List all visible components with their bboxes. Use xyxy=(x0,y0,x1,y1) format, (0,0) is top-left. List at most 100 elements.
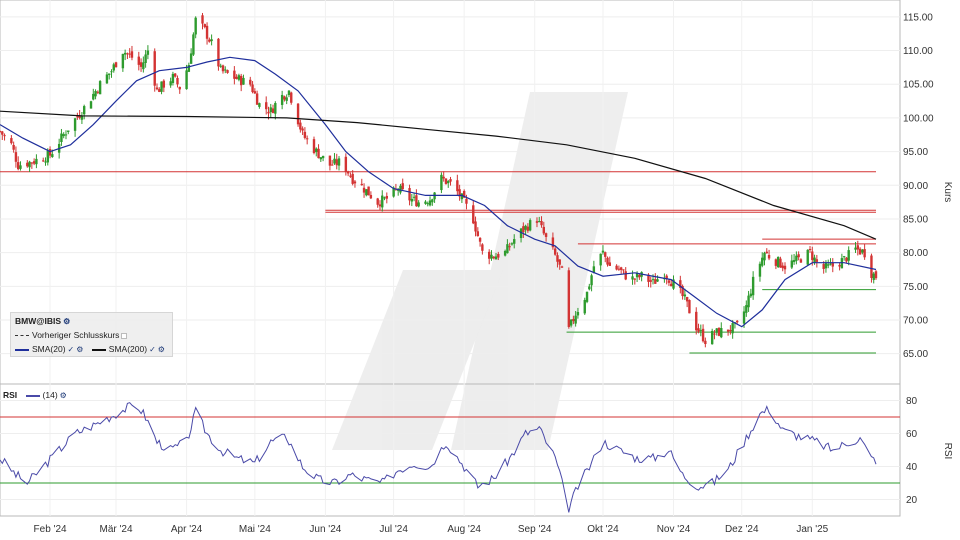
candle-body xyxy=(858,248,862,255)
candle-body xyxy=(808,248,812,250)
candle-body xyxy=(110,71,113,73)
candle-body xyxy=(715,328,718,333)
sma-line xyxy=(0,110,877,240)
candle-body xyxy=(720,328,723,338)
candle-body xyxy=(14,152,18,162)
candle-body xyxy=(813,257,816,263)
candle-body xyxy=(440,174,443,191)
candle-body xyxy=(838,264,841,267)
candle-body xyxy=(492,256,495,259)
candle-body xyxy=(346,171,350,174)
candle-body xyxy=(572,318,575,322)
sma20-swatch-icon xyxy=(15,348,29,351)
candle-body xyxy=(1,131,4,135)
candle-body xyxy=(656,279,659,282)
candle-body xyxy=(194,17,197,35)
candle-body xyxy=(842,256,846,258)
settings-gear-icon[interactable]: ⚙ xyxy=(63,317,70,326)
price-y-tick-label: 115.00 xyxy=(903,12,933,23)
candle-body xyxy=(123,52,127,55)
candle-body xyxy=(48,149,52,156)
candle-body xyxy=(767,255,771,259)
candle-body xyxy=(633,278,637,280)
candle-body xyxy=(155,87,159,90)
candle-body xyxy=(285,97,288,101)
candle-body xyxy=(35,158,38,165)
candle-body xyxy=(353,181,357,184)
candle-body xyxy=(717,327,721,336)
candle-body xyxy=(426,203,429,205)
candle-body xyxy=(160,81,163,92)
candle-body xyxy=(305,138,309,140)
candle-body xyxy=(267,111,270,114)
candle-body xyxy=(255,93,259,105)
candle-body xyxy=(92,93,95,100)
x-tick-label: Okt '24 xyxy=(587,524,619,535)
candle-body xyxy=(32,161,36,164)
candle-body xyxy=(62,134,65,137)
candle-body xyxy=(303,131,307,138)
candle-body xyxy=(98,81,102,95)
candle-body xyxy=(444,178,448,184)
candle-body xyxy=(701,328,705,342)
legend-prev-close-label: Vorheriger Schlusskurs xyxy=(32,330,120,340)
candle-body xyxy=(811,251,814,260)
sma200-swatch-icon xyxy=(91,348,106,351)
checkbox-icon[interactable] xyxy=(121,332,128,339)
candle-body xyxy=(447,181,450,184)
candle-body xyxy=(774,259,778,266)
candle-body xyxy=(624,271,627,280)
candle-body xyxy=(544,233,548,237)
watermark-logo xyxy=(332,92,628,450)
candle-body xyxy=(205,25,209,39)
candle-body xyxy=(792,259,796,263)
candle-body xyxy=(667,280,671,283)
candle-body xyxy=(845,257,848,262)
candle-body xyxy=(510,243,514,245)
candle-body xyxy=(283,96,286,100)
price-y-tick-label: 110.00 xyxy=(903,46,933,57)
candle-body xyxy=(192,34,195,55)
candle-body xyxy=(64,134,68,136)
candle-body xyxy=(360,183,363,186)
candle-body xyxy=(112,64,115,71)
settings-gear-icon[interactable]: ⚙ xyxy=(60,391,67,400)
settings-gear-icon[interactable]: ⚙ xyxy=(76,345,83,354)
candle-body xyxy=(26,162,29,167)
candle-body xyxy=(758,263,762,277)
candle-body xyxy=(408,188,411,201)
checkmark-icon[interactable]: ✓ xyxy=(149,345,156,354)
candle-body xyxy=(265,102,268,110)
candle-body xyxy=(560,266,564,268)
candle-body xyxy=(0,131,2,133)
candle-body xyxy=(44,161,47,163)
legend-prev-close: Vorheriger Schlusskurs xyxy=(15,330,128,340)
candle-body xyxy=(3,135,6,137)
candle-body xyxy=(258,103,261,107)
candle-body xyxy=(126,53,129,55)
settings-gear-icon[interactable]: ⚙ xyxy=(158,345,165,354)
candle-body xyxy=(274,103,277,114)
candle-body xyxy=(638,274,641,278)
candle-body xyxy=(538,221,541,223)
candle-body xyxy=(144,54,147,63)
candle-body xyxy=(590,275,593,286)
candle-body xyxy=(383,197,386,199)
rsi-legend-title: RSI xyxy=(3,390,18,400)
candle-body xyxy=(378,204,382,207)
candle-body xyxy=(783,265,787,270)
rsi-legend-period: (14) xyxy=(42,390,58,400)
checkmark-icon[interactable]: ✓ xyxy=(68,345,75,354)
candle-body xyxy=(335,159,338,166)
candle-body xyxy=(556,255,559,262)
candle-body xyxy=(574,315,577,324)
candle-body xyxy=(604,252,607,257)
rsi-y-tick-label: 20 xyxy=(906,495,918,506)
candle-body xyxy=(481,244,484,251)
candle-body xyxy=(695,311,698,331)
candle-body xyxy=(351,173,354,184)
rsi-y-tick-label: 40 xyxy=(906,462,918,473)
candle-body xyxy=(319,157,323,160)
price-y-tick-label: 65.00 xyxy=(903,349,928,360)
candle-body xyxy=(524,225,527,230)
